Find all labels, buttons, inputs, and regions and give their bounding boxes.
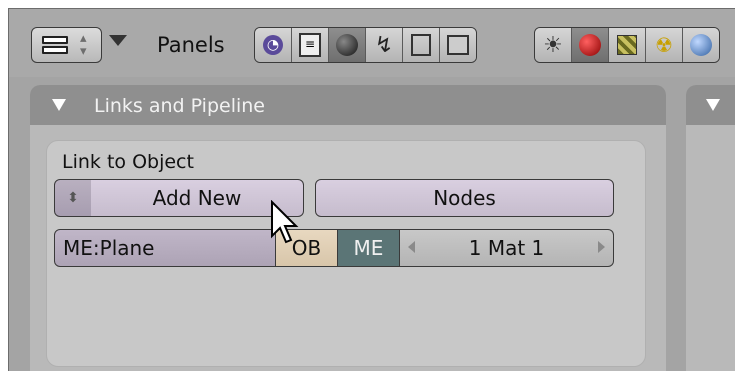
logic-icon[interactable]: ◔ — [255, 28, 292, 62]
collapse-menu-icon[interactable] — [109, 35, 127, 46]
links-and-pipeline-panel: Links and Pipeline Link to Object ⬍ Add … — [30, 85, 666, 371]
mesh-name-field[interactable]: ME:Plane — [54, 229, 276, 267]
panel-area: Links and Pipeline Link to Object ⬍ Add … — [9, 77, 735, 371]
scene-icon[interactable] — [440, 28, 476, 62]
second-panel-header[interactable] — [686, 85, 735, 125]
collapse-triangle-icon[interactable] — [706, 99, 720, 111]
material-icon[interactable] — [572, 28, 609, 62]
updown-arrows-icon: ▴ ▾ — [80, 31, 87, 59]
panels-label: Panels — [157, 33, 225, 57]
panel-title: Links and Pipeline — [94, 95, 265, 117]
object-icon[interactable]: ↯ — [366, 28, 403, 62]
context-tabs: ◔ ≡ ↯ — [254, 27, 477, 63]
buttons-window: ▴▾ Panels ◔ ≡ ↯ ☀ ☢ Links and Pipeline — [8, 8, 735, 371]
collapse-triangle-icon[interactable] — [52, 99, 66, 111]
panel-header[interactable]: Links and Pipeline — [30, 85, 666, 125]
right-arrow-icon[interactable] — [598, 241, 605, 253]
material-slot-value: 1 Mat 1 — [468, 236, 545, 260]
editing-icon[interactable] — [403, 28, 440, 62]
material-slot-stepper[interactable]: 1 Mat 1 — [400, 229, 614, 267]
shading-tabs: ☀ ☢ — [534, 27, 720, 63]
world-icon[interactable] — [683, 28, 719, 62]
link-to-object-box: Link to Object ⬍ Add New Nodes ME:Plane … — [46, 140, 646, 367]
script-icon[interactable]: ≡ — [292, 28, 329, 62]
window-type-menu[interactable]: ▴ ▾ — [31, 27, 102, 63]
browse-material-button[interactable]: ⬍ — [54, 179, 92, 217]
updown-arrows-icon: ⬍ — [67, 190, 79, 206]
left-arrow-icon[interactable] — [408, 241, 415, 253]
buttons-header: ▴ ▾ Panels ◔ ≡ ↯ ☀ ☢ — [9, 9, 735, 77]
lamp-icon[interactable]: ☀ — [535, 28, 572, 62]
shading-icon[interactable] — [329, 28, 366, 62]
radiosity-icon[interactable]: ☢ — [646, 28, 683, 62]
nodes-button[interactable]: Nodes — [315, 179, 614, 217]
mouse-cursor-icon — [271, 200, 299, 244]
texture-icon[interactable] — [609, 28, 646, 62]
mesh-link-row: ME:Plane OB ME 1 Mat 1 — [54, 229, 614, 267]
link-to-object-label: Link to Object — [62, 151, 194, 173]
me-toggle[interactable]: ME — [338, 229, 400, 267]
second-panel — [686, 85, 735, 371]
buttons-window-icon — [42, 36, 68, 56]
